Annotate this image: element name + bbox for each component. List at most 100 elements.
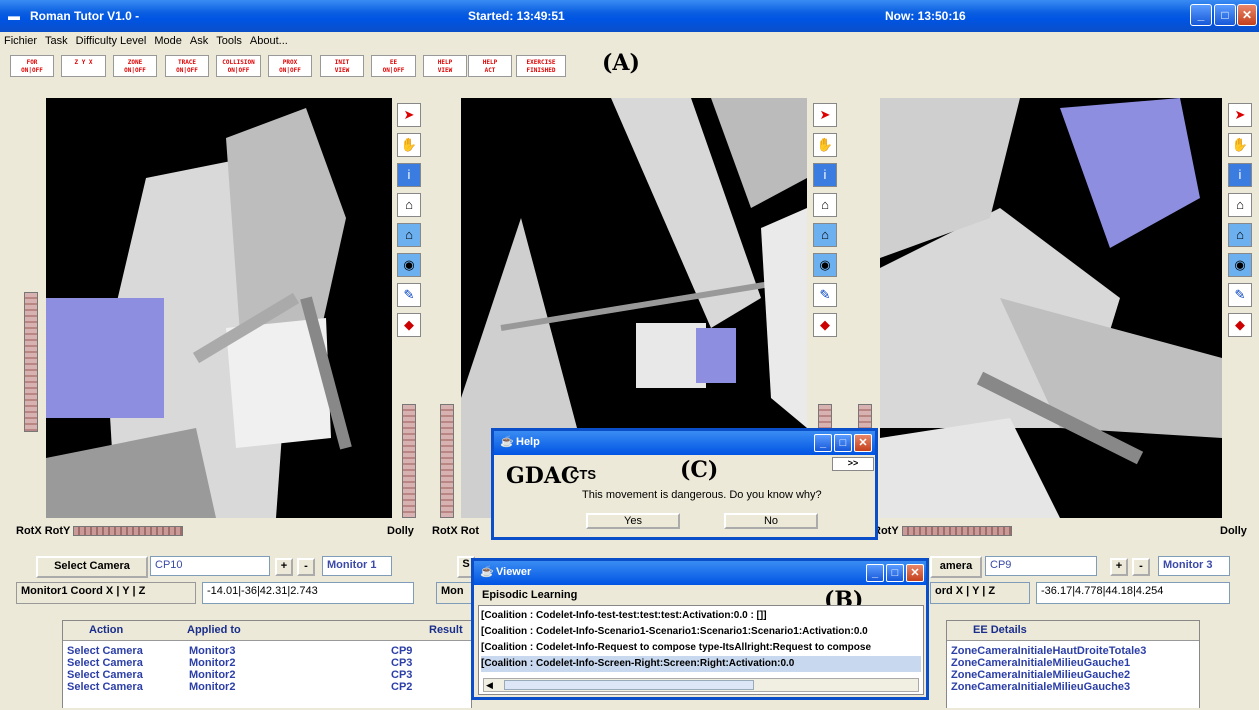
started-time: Started: 13:49:51	[468, 9, 565, 23]
app-icon: ▬	[8, 9, 20, 23]
pointer-icon[interactable]: ➤	[1228, 103, 1252, 127]
cube-icon[interactable]: ◆	[397, 313, 421, 337]
help-minimize-button[interactable]: _	[814, 434, 832, 452]
pointer-icon[interactable]: ➤	[813, 103, 837, 127]
menu-task[interactable]: Task	[41, 32, 72, 47]
viewer-list[interactable]: [Coalition : Codelet-Info-test-test:test…	[478, 605, 924, 695]
coord-label: Monitor1 Coord X | Y | Z	[16, 582, 196, 604]
rotation-slider[interactable]	[73, 526, 184, 537]
horizontal-scrollbar[interactable]: ◀	[483, 678, 919, 692]
list-item[interactable]: ZoneCameraInitialeMilieuGauche2	[947, 669, 1199, 681]
home-icon[interactable]: ⌂	[813, 193, 837, 217]
coord-field[interactable]: -14.01|-36|42.31|2.743	[202, 582, 414, 604]
viewport-1-3d-view[interactable]	[46, 98, 392, 518]
title-bar: ▬ Roman Tutor V1.0 - Started: 13:49:51 N…	[0, 0, 1259, 32]
ee-toggle-button[interactable]: EE ON|OFF	[371, 55, 416, 77]
camera-minus-button[interactable]: -	[297, 558, 315, 576]
no-button[interactable]: No	[724, 513, 818, 529]
label-a: (A)	[602, 50, 640, 76]
list-item[interactable]: [Coalition : Codelet-Info-Scenario1-Scen…	[481, 624, 921, 640]
list-item[interactable]: [Coalition : Codelet-Info-Screen-Right:S…	[481, 656, 921, 672]
rotation-slider[interactable]	[901, 526, 1012, 537]
home-icon[interactable]: ⌂	[397, 193, 421, 217]
eye-icon[interactable]: ◉	[813, 253, 837, 277]
zone-toggle-button[interactable]: ZONE ON|OFF	[113, 55, 157, 77]
home-icon[interactable]: ⌂	[1228, 193, 1252, 217]
help-act-button[interactable]: HELP ACT	[468, 55, 512, 77]
help-close-button[interactable]: ✕	[854, 434, 872, 452]
viewport-3-3d-view[interactable]	[880, 98, 1222, 518]
camera-id-field[interactable]: CP10	[150, 556, 270, 576]
yes-button[interactable]: Yes	[586, 513, 680, 529]
close-button[interactable]: ✕	[1237, 4, 1257, 26]
camera-plus-button-3[interactable]: +	[1110, 558, 1128, 576]
info-icon[interactable]: i	[397, 163, 421, 187]
camera-id-field-3[interactable]: CP9	[985, 556, 1097, 576]
for-toggle-button[interactable]: FOR ON|OFF	[10, 55, 54, 77]
eye-icon[interactable]: ◉	[1228, 253, 1252, 277]
scroll-left-arrow[interactable]: ◀	[486, 680, 493, 691]
viewport1-zoom-slider[interactable]	[24, 292, 38, 432]
menu-ask[interactable]: Ask	[186, 32, 212, 47]
hand-icon[interactable]: ✋	[813, 133, 837, 157]
axes-button[interactable]: Z Y X	[61, 55, 106, 77]
exercise-finished-button[interactable]: EXERCISE FINISHED	[516, 55, 566, 77]
menu-tools[interactable]: Tools	[212, 32, 246, 47]
maximize-button[interactable]: □	[1214, 4, 1236, 26]
info-icon[interactable]: i	[813, 163, 837, 187]
viewport1-dolly-slider[interactable]	[402, 404, 416, 518]
table-row[interactable]: Select Camera Monitor2 CP3	[63, 669, 471, 681]
prox-toggle-button[interactable]: PROX ON|OFF	[268, 55, 312, 77]
scrollbar-thumb[interactable]	[504, 680, 754, 690]
cube-icon[interactable]: ◆	[1228, 313, 1252, 337]
help-view-button[interactable]: HELP VIEW	[423, 55, 467, 77]
help-expand-button[interactable]: >>	[832, 457, 874, 471]
hand-icon[interactable]: ✋	[1228, 133, 1252, 157]
menu-about[interactable]: About...	[246, 32, 292, 47]
table-row[interactable]: Select Camera Monitor2 CP3	[63, 657, 471, 669]
flashlight-icon[interactable]: ✎	[1228, 283, 1252, 307]
home-view-icon[interactable]: ⌂	[397, 223, 421, 247]
viewer-minimize-button[interactable]: _	[866, 564, 884, 582]
coord-label-3: ord X | Y | Z	[930, 582, 1030, 604]
viewport2-rotation-label: RotX Rot	[432, 525, 480, 537]
menu-fichier[interactable]: Fichier	[0, 32, 41, 47]
viewport1-dolly-label: Dolly	[387, 525, 414, 537]
cube-icon[interactable]: ◆	[813, 313, 837, 337]
viewer-maximize-button[interactable]: □	[886, 564, 904, 582]
app-title: Roman Tutor V1.0 -	[30, 9, 140, 23]
help-maximize-button[interactable]: □	[834, 434, 852, 452]
viewer-close-button[interactable]: ✕	[906, 564, 924, 582]
collision-toggle-button[interactable]: COLLISION ON|OFF	[216, 55, 261, 77]
pointer-icon[interactable]: ➤	[397, 103, 421, 127]
action-log-table: Action Applied to Result Select Camera Mo…	[62, 620, 472, 708]
list-item[interactable]: ZoneCameraInitialeMilieuGauche1	[947, 657, 1199, 669]
menu-difficulty-level[interactable]: Difficulty Level	[72, 32, 151, 47]
init-view-button[interactable]: INIT VIEW	[320, 55, 364, 77]
flashlight-icon[interactable]: ✎	[397, 283, 421, 307]
home-view-icon[interactable]: ⌂	[1228, 223, 1252, 247]
camera-plus-button[interactable]: +	[275, 558, 293, 576]
table-row[interactable]: Select Camera Monitor2 CP2	[63, 681, 471, 693]
home-view-icon[interactable]: ⌂	[813, 223, 837, 247]
menu-mode[interactable]: Mode	[150, 32, 186, 47]
list-item[interactable]: ZoneCameraInitialeHautDroiteTotale3	[947, 645, 1199, 657]
camera-minus-button-3[interactable]: -	[1132, 558, 1150, 576]
list-item[interactable]: [Coalition : Codelet-Info-Request to com…	[481, 640, 921, 656]
eye-icon[interactable]: ◉	[397, 253, 421, 277]
ee-details-rows: ZoneCameraInitialeHautDroiteTotale3 Zone…	[947, 641, 1199, 693]
list-item[interactable]: [Coalition : Codelet-Info-test-test:test…	[481, 608, 921, 624]
select-camera-button-3[interactable]: amera	[930, 556, 982, 578]
trace-toggle-button[interactable]: TRACE ON|OFF	[165, 55, 209, 77]
flashlight-icon[interactable]: ✎	[813, 283, 837, 307]
viewport3-dolly-label: Dolly	[1220, 525, 1247, 537]
select-camera-button[interactable]: Select Camera	[36, 556, 148, 578]
java-icon: ☕	[480, 566, 494, 578]
info-icon[interactable]: i	[1228, 163, 1252, 187]
coord-field-3[interactable]: -36.17|4.778|44.18|4.254	[1036, 582, 1230, 604]
viewport2-zoom-slider[interactable]	[440, 404, 454, 518]
hand-icon[interactable]: ✋	[397, 133, 421, 157]
table-row[interactable]: Select Camera Monitor3 CP9	[63, 645, 471, 657]
list-item[interactable]: ZoneCameraInitialeMilieuGauche3	[947, 681, 1199, 693]
minimize-button[interactable]: _	[1190, 4, 1212, 26]
